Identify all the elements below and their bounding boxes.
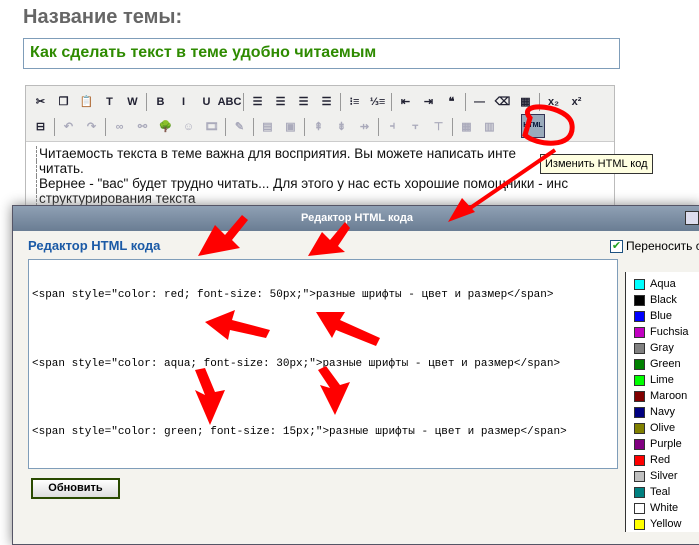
annotation-arrows [195,148,557,425]
annotation-overlay [195,104,575,425]
annotation-circle [522,104,575,146]
